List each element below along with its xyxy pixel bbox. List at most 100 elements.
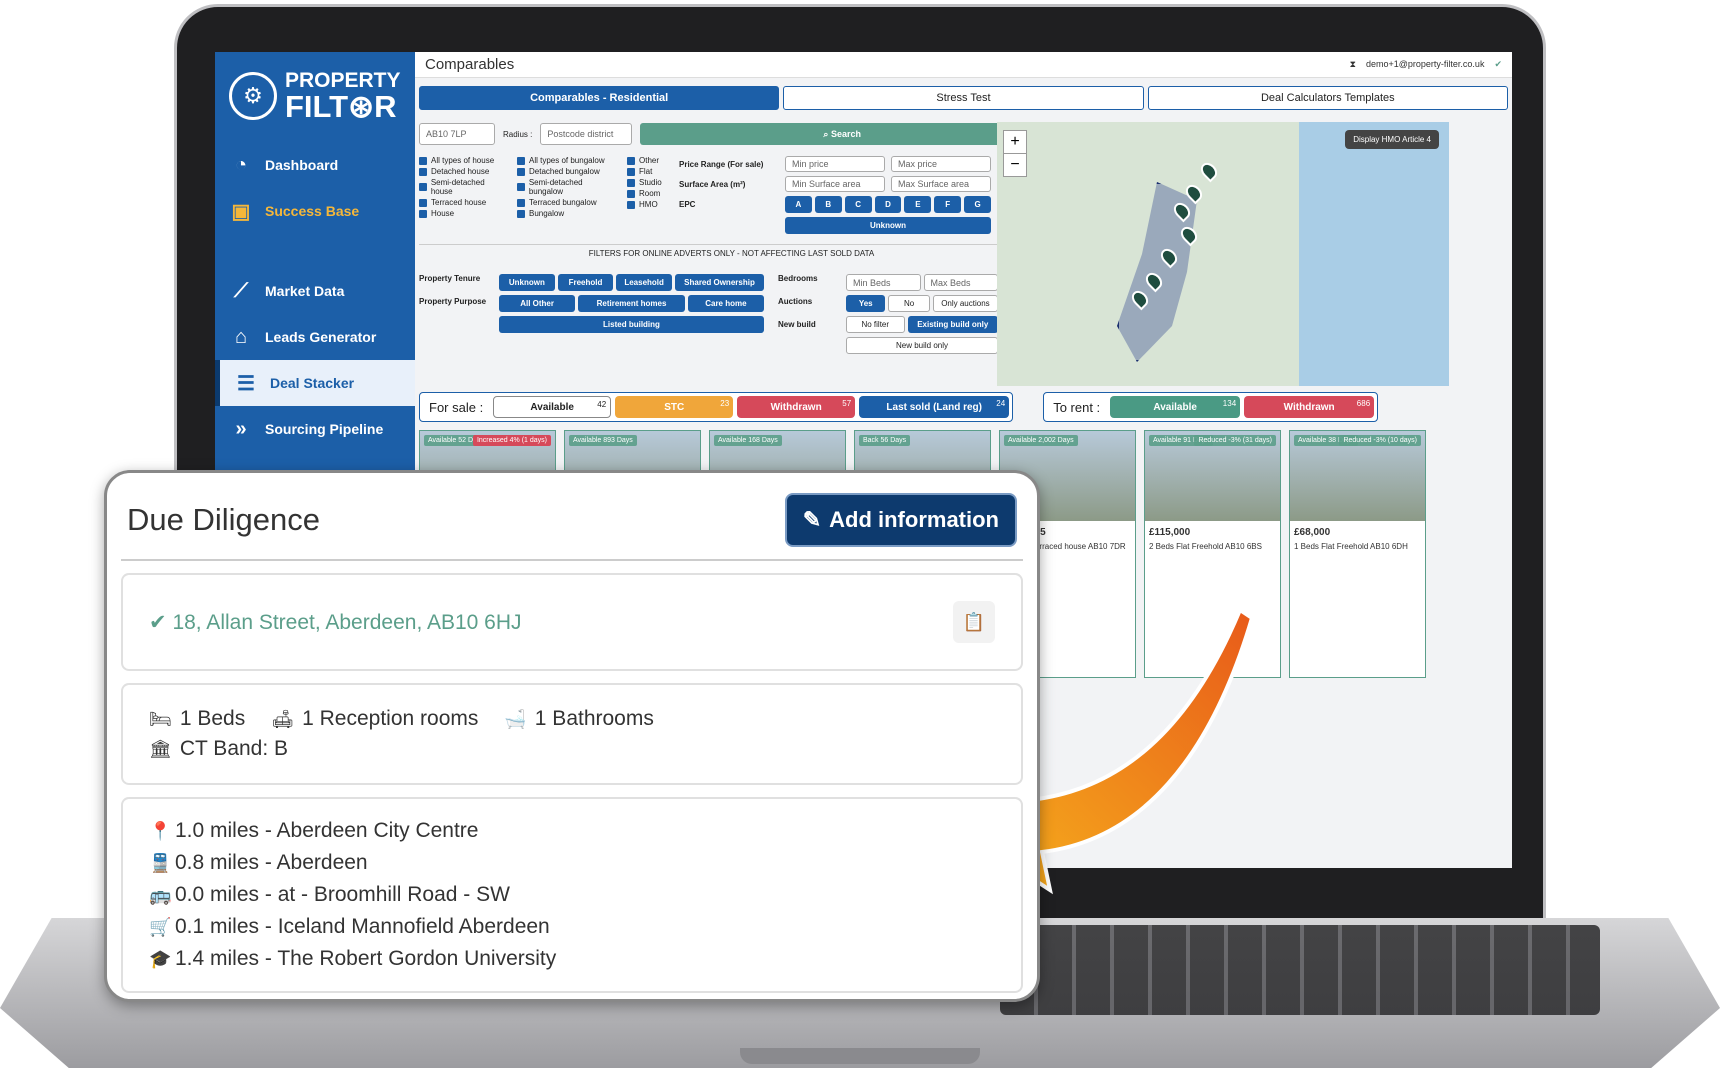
checkbox-all-house[interactable]: All types of house xyxy=(419,156,507,165)
max-beds-input[interactable]: Max Beds xyxy=(923,274,998,291)
purpose-care-home-button[interactable]: Care home xyxy=(687,295,764,312)
property-card[interactable]: Available 91 Days Reduced -3% (31 days) £1… xyxy=(1144,430,1281,678)
checkbox-studio[interactable]: Studio xyxy=(627,178,669,187)
listed-building-button[interactable]: Listed building xyxy=(499,316,764,333)
auctions-only-button[interactable]: Only auctions xyxy=(932,295,998,312)
status-check-icon[interactable]: ✔ xyxy=(1494,59,1502,70)
radius-select[interactable]: Postcode district xyxy=(540,123,633,145)
topbar: Comparables ⧗ demo+1@property-filter.co.u… xyxy=(415,52,1512,78)
radius-label: Radius : xyxy=(503,129,533,139)
min-surface-input[interactable]: Min Surface area xyxy=(785,176,885,192)
checkbox-detached-house[interactable]: Detached house xyxy=(419,167,507,176)
max-price-input[interactable]: Max price xyxy=(891,156,991,172)
checkbox-other[interactable]: Other xyxy=(627,156,669,165)
property-price: £68,000 xyxy=(1294,527,1331,538)
sidebar-item-leads-generator[interactable]: ⌂ Leads Generator xyxy=(215,314,415,360)
tenure-freehold-button[interactable]: Freehold xyxy=(557,274,614,291)
max-surface-input[interactable]: Max Surface area xyxy=(891,176,991,192)
zoom-in-button[interactable]: + xyxy=(1004,131,1026,153)
postcode-input[interactable]: AB10 7LP xyxy=(419,123,495,145)
bathrooms-count: 1 Bathrooms xyxy=(534,707,654,730)
bungalow-type-list: All types of bungalow Detached bungalow … xyxy=(517,156,617,234)
chat-icon: ▣ xyxy=(231,200,251,223)
sale-available-button[interactable]: Available 42 xyxy=(493,396,612,418)
epc-unknown-button[interactable]: Unknown xyxy=(785,217,991,234)
rent-withdrawn-button[interactable]: Withdrawn 686 xyxy=(1244,396,1375,418)
auctions-yes-button[interactable]: Yes xyxy=(846,295,886,312)
min-price-input[interactable]: Min price xyxy=(785,156,885,172)
tab-stress-test[interactable]: Stress Test xyxy=(783,86,1144,110)
newbuild-only-button[interactable]: New build only xyxy=(846,337,998,354)
property-info: 1 Beds Flat Freehold AB10 6DH xyxy=(1294,542,1408,551)
list-item: 🚆 0.8 miles - Aberdeen xyxy=(149,847,995,879)
sidebar-item-deal-stacker[interactable]: ☰ Deal Stacker xyxy=(215,360,415,406)
bedrooms-label: Bedrooms xyxy=(778,274,818,283)
map-pin-icon[interactable] xyxy=(1197,159,1221,183)
tenure-unknown-button[interactable]: Unknown xyxy=(499,274,555,291)
checkbox-semi-detached-house[interactable]: Semi-detached house xyxy=(419,178,507,196)
house-icon: ⌂ xyxy=(234,325,248,348)
sale-withdrawn-button[interactable]: Withdrawn 57 xyxy=(737,396,856,418)
search-icon: ⌕ xyxy=(823,128,831,139)
sidebar-item-market-data[interactable]: ⟋ Market Data xyxy=(215,268,415,314)
list-item: 🎓 1.4 miles - The Robert Gordon Universit… xyxy=(149,943,995,975)
purpose-retirement-button[interactable]: Retirement homes xyxy=(578,295,685,312)
checkbox-terraced-bungalow[interactable]: Terraced bungalow xyxy=(517,198,617,207)
sidebar-item-sourcing-pipeline[interactable]: » Sourcing Pipeline xyxy=(215,406,415,452)
bed-icon: 🛏 xyxy=(149,709,172,729)
pin-icon: 📍 xyxy=(149,821,172,841)
sidebar-item-success-base[interactable]: ▣ Success Base xyxy=(215,188,415,234)
epc-b-button[interactable]: B xyxy=(814,196,842,213)
checkbox-semi-detached-bungalow[interactable]: Semi-detached bungalow xyxy=(517,178,617,196)
epc-f-button[interactable]: F xyxy=(934,196,962,213)
cart-icon: 🛒 xyxy=(149,917,172,937)
newbuild-existing-button[interactable]: Existing build only xyxy=(907,316,998,333)
bath-icon: 🛁 xyxy=(504,709,527,729)
bus-icon: 🚌 xyxy=(149,885,172,905)
to-rent-label: To rent : xyxy=(1053,399,1101,415)
sale-stc-button[interactable]: STC 23 xyxy=(615,396,734,418)
search-button[interactable]: ⌕ Search xyxy=(640,123,1044,145)
for-sale-group: For sale : Available 42 STC 23 Withdrawn 57… xyxy=(419,392,1014,422)
purpose-all-other-button[interactable]: All Other xyxy=(499,295,576,312)
brand-logo[interactable]: ⚙ PROPERTY FILT⊛R xyxy=(215,52,415,136)
tenure-leasehold-button[interactable]: Leasehold xyxy=(616,274,672,291)
zoom-out-button[interactable]: − xyxy=(1004,153,1026,176)
hourglass-icon[interactable]: ⧗ xyxy=(1350,59,1356,70)
user-menu[interactable]: demo+1@property-filter.co.uk xyxy=(1366,59,1484,70)
checkbox-detached-bungalow[interactable]: Detached bungalow xyxy=(517,167,617,176)
checkbox-terraced-house[interactable]: Terraced house xyxy=(419,198,507,207)
sidebar-item-dashboard[interactable]: ◔ Dashboard xyxy=(215,142,415,188)
checkbox-room[interactable]: Room xyxy=(627,189,669,198)
add-information-button[interactable]: ✎ Add information xyxy=(784,493,1017,547)
checkbox-bungalow[interactable]: Bungalow xyxy=(517,209,617,218)
clipboard-icon[interactable]: 📋 xyxy=(953,601,995,643)
tab-deal-calculators[interactable]: Deal Calculators Templates xyxy=(1147,86,1508,110)
gauge-icon: ◔ xyxy=(234,153,248,176)
map-view[interactable]: + − Display HMO Article 4 xyxy=(997,122,1449,386)
checkbox-flat[interactable]: Flat xyxy=(627,167,669,176)
sofa-icon: 🛋 xyxy=(271,709,295,729)
epc-e-button[interactable]: E xyxy=(904,196,932,213)
epc-d-button[interactable]: D xyxy=(874,196,902,213)
tenure-shared-ownership-button[interactable]: Shared Ownership xyxy=(674,274,765,291)
epc-g-button[interactable]: G xyxy=(964,196,992,213)
map-area-polygon xyxy=(1117,182,1197,362)
checkbox-all-bungalow[interactable]: All types of bungalow xyxy=(517,156,617,165)
checkbox-house[interactable]: House xyxy=(419,209,507,218)
newbuild-no-filter-button[interactable]: No filter xyxy=(846,316,905,333)
property-card[interactable]: Available 38 Days Reduced -3% (10 days) £6… xyxy=(1289,430,1426,678)
auctions-no-button[interactable]: No xyxy=(888,295,930,312)
tab-comparables-residential[interactable]: Comparables - Residential xyxy=(419,86,780,110)
sale-last-sold-button[interactable]: Last sold (Land reg) 24 xyxy=(859,396,1010,418)
reception-count: 1 Reception rooms xyxy=(302,707,479,730)
epc-c-button[interactable]: C xyxy=(844,196,872,213)
checkbox-hmo[interactable]: HMO xyxy=(627,200,669,209)
epc-a-button[interactable]: A xyxy=(785,196,812,213)
rent-available-button[interactable]: Available 134 xyxy=(1110,396,1241,418)
min-beds-input[interactable]: Min Beds xyxy=(846,274,921,291)
hmo-toggle[interactable]: Display HMO Article 4 xyxy=(1345,130,1439,149)
edit-icon: ✎ xyxy=(802,507,822,532)
filter-panel: AB10 7LP Radius : Postcode district ⌕ Se… xyxy=(419,122,1044,354)
map-zoom-controls: + − xyxy=(1003,130,1027,177)
